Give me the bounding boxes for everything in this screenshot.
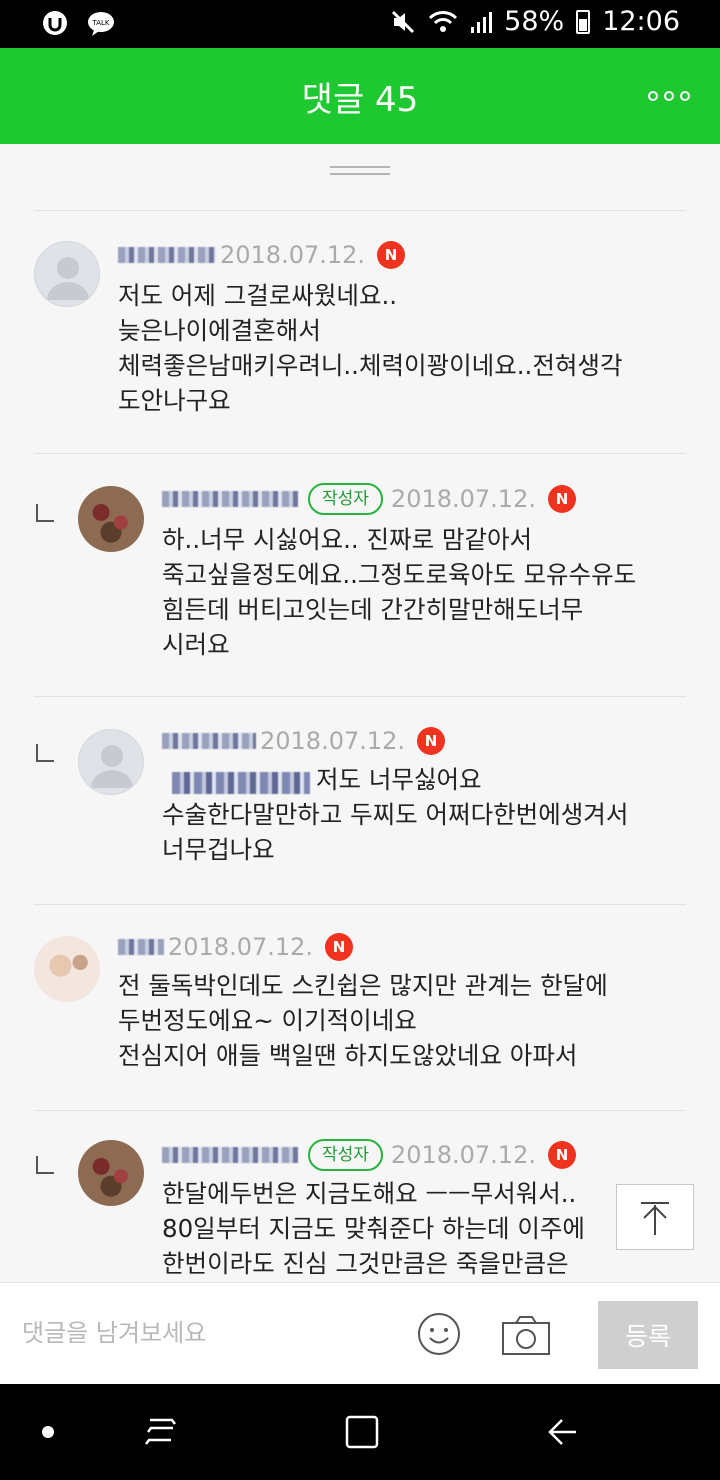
new-badge: N bbox=[325, 933, 354, 961]
back-icon[interactable] bbox=[546, 1414, 582, 1450]
reply-arrow-icon bbox=[36, 1156, 54, 1174]
camera-icon[interactable] bbox=[500, 1313, 552, 1357]
app-header: 댓글 45 bbox=[0, 48, 720, 144]
recent-apps-icon[interactable] bbox=[144, 1414, 180, 1450]
comment-text: 하..너무 시싫어요.. 진짜로 맘같아서 죽고싶을정도에요..그정도로육아도 … bbox=[162, 525, 637, 659]
avatar[interactable] bbox=[34, 936, 100, 1002]
more-options-button[interactable] bbox=[644, 76, 694, 116]
comment-date: 2018.07.12. bbox=[390, 1141, 536, 1169]
comment-text: 저도 너무싫어요 수술한다말만하고 두찌도 어쩌다한번에생겨서 너무겁나요 bbox=[162, 765, 629, 864]
comment-date: 2018.07.12. bbox=[260, 727, 406, 755]
author-name-blurred[interactable] bbox=[118, 247, 216, 263]
new-badge: N bbox=[547, 485, 576, 513]
comment-date: 2018.07.12. bbox=[390, 485, 536, 513]
status-bar: TALK 58% 12:06 bbox=[0, 0, 720, 48]
comment-input-bar: 등록 bbox=[0, 1282, 720, 1384]
comment-date: 2018.07.12. bbox=[220, 241, 366, 269]
system-nav-bar bbox=[0, 1384, 720, 1480]
emoji-icon[interactable] bbox=[416, 1311, 462, 1357]
avatar[interactable] bbox=[78, 486, 144, 552]
author-name-blurred[interactable] bbox=[162, 733, 256, 749]
author-badge: 작성자 bbox=[308, 1139, 383, 1171]
avatar[interactable] bbox=[34, 241, 100, 307]
comment-date: 2018.07.12. bbox=[168, 933, 314, 961]
new-badge: N bbox=[377, 241, 406, 269]
svg-text:TALK: TALK bbox=[91, 19, 109, 27]
home-icon[interactable] bbox=[344, 1414, 380, 1450]
comment-text: 저도 어제 그걸로싸웠네요.. 늦은나이에결혼해서 체력좋은남매키우려니..체력… bbox=[118, 281, 623, 415]
battery-percent: 58% bbox=[504, 6, 565, 37]
author-name-blurred[interactable] bbox=[162, 491, 298, 507]
page-title: 댓글 45 bbox=[301, 80, 419, 120]
divider bbox=[34, 210, 686, 211]
scroll-top-button[interactable] bbox=[616, 1184, 694, 1250]
avatar[interactable] bbox=[78, 729, 144, 795]
nav-dot-icon[interactable] bbox=[42, 1426, 54, 1438]
comment-text: 한달에두번은 지금도해요 ㅡㅡ무서워서.. 80일부터 지금도 맞춰준다 하는데… bbox=[162, 1179, 585, 1278]
drag-handle[interactable] bbox=[330, 166, 390, 176]
arrow-up-icon bbox=[641, 1202, 669, 1235]
talk-circle-icon bbox=[43, 11, 67, 35]
mute-icon bbox=[392, 10, 415, 33]
battery-icon bbox=[576, 9, 591, 34]
more-dots-icon bbox=[648, 91, 658, 101]
new-badge: N bbox=[547, 1141, 576, 1169]
author-badge: 작성자 bbox=[308, 483, 383, 515]
reply-arrow-icon bbox=[36, 744, 54, 762]
reply-arrow-icon bbox=[36, 504, 54, 522]
new-badge: N bbox=[417, 727, 446, 755]
avatar[interactable] bbox=[78, 1140, 144, 1206]
comment-input[interactable] bbox=[22, 1313, 392, 1353]
kakaotalk-icon: TALK bbox=[88, 12, 114, 36]
comment-list[interactable]: 2018.07.12. N 저도 어제 그걸로싸웠네요.. 늦은나이에결혼해서 … bbox=[0, 144, 720, 1282]
submit-button[interactable]: 등록 bbox=[598, 1301, 698, 1369]
wifi-icon bbox=[429, 10, 458, 32]
signal-icon bbox=[471, 11, 493, 33]
author-name-blurred[interactable] bbox=[118, 939, 164, 955]
author-name-blurred[interactable] bbox=[162, 1147, 298, 1163]
comment-text: 전 둘독박인데도 스킨쉽은 많지만 관계는 한달에 두번정도에요~ 이기적이네요… bbox=[118, 971, 608, 1070]
clock: 12:06 bbox=[602, 6, 680, 37]
